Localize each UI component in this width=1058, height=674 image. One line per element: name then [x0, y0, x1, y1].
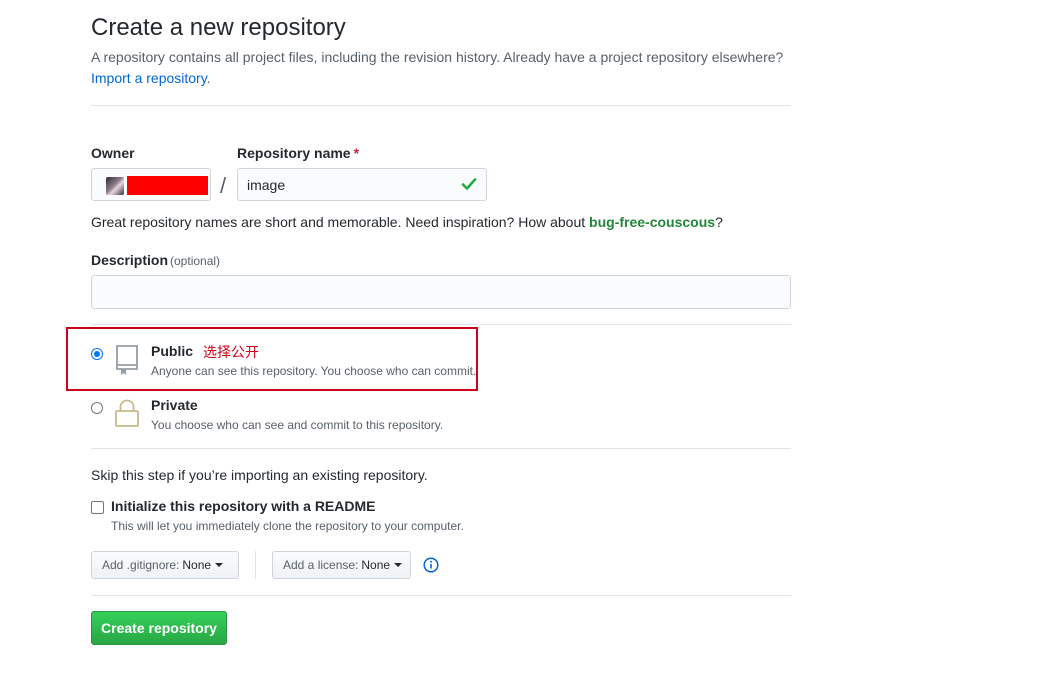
private-desc: You choose who can see and commit to thi…	[151, 418, 444, 432]
skip-note: Skip this step if you’re importing an ex…	[91, 467, 428, 483]
header-divider	[91, 105, 791, 106]
license-select[interactable]: Add a license: None	[272, 551, 411, 579]
repo-name-label-text: Repository name	[237, 145, 351, 161]
readme-desc: This will let you immediately clone the …	[111, 519, 464, 533]
page-subtitle: A repository contains all project files,…	[91, 47, 791, 89]
info-icon[interactable]	[423, 557, 439, 578]
check-icon	[461, 176, 477, 197]
readme-label[interactable]: Initialize this repository with a README	[111, 498, 375, 514]
repo-icon	[114, 344, 140, 381]
owner-label: Owner	[91, 145, 135, 161]
caret-down-icon	[394, 563, 403, 567]
subtitle-period: .	[206, 70, 211, 86]
license-value: None	[361, 558, 391, 572]
public-radio[interactable]	[91, 348, 103, 360]
hint-suffix: ?	[715, 214, 723, 230]
private-radio[interactable]	[91, 402, 103, 414]
caret-down-icon	[215, 563, 224, 567]
lock-icon	[114, 398, 140, 433]
hint-text: Great repository names are short and mem…	[91, 214, 590, 230]
description-input[interactable]	[91, 275, 791, 309]
public-annotation: 选择公开	[203, 344, 259, 360]
description-label: Description (optional)	[91, 252, 220, 268]
select-separator	[255, 551, 256, 579]
optional-tag: (optional)	[170, 254, 221, 268]
owner-avatar	[106, 177, 124, 195]
import-repository-link[interactable]: Import a repository	[91, 70, 207, 86]
create-repository-button[interactable]: Create repository	[91, 611, 227, 645]
description-divider	[91, 324, 791, 325]
public-desc: Anyone can see this repository. You choo…	[151, 364, 477, 378]
gitignore-label: Add .gitignore:	[102, 558, 180, 572]
owner-name-redacted	[127, 176, 208, 195]
repo-name-label: Repository name *	[237, 145, 359, 161]
license-label: Add a license:	[283, 558, 359, 572]
actions-divider	[91, 595, 791, 596]
private-title: Private	[151, 397, 198, 413]
description-label-text: Description	[91, 252, 169, 268]
visibility-divider	[91, 448, 791, 449]
repo-name-input[interactable]	[237, 168, 487, 201]
gitignore-value: None	[182, 558, 212, 572]
public-title: Public	[151, 343, 194, 359]
subtitle-text: A repository contains all project files,…	[91, 49, 784, 65]
required-mark: *	[353, 145, 360, 161]
gitignore-select[interactable]: Add .gitignore: None	[91, 551, 239, 579]
name-suggestion-link[interactable]: bug-free-couscous	[589, 214, 715, 230]
readme-checkbox[interactable]	[91, 501, 104, 514]
repo-name-hint: Great repository names are short and mem…	[91, 214, 723, 230]
owner-repo-separator: /	[220, 173, 227, 198]
page-title: Create a new repository	[91, 14, 346, 41]
